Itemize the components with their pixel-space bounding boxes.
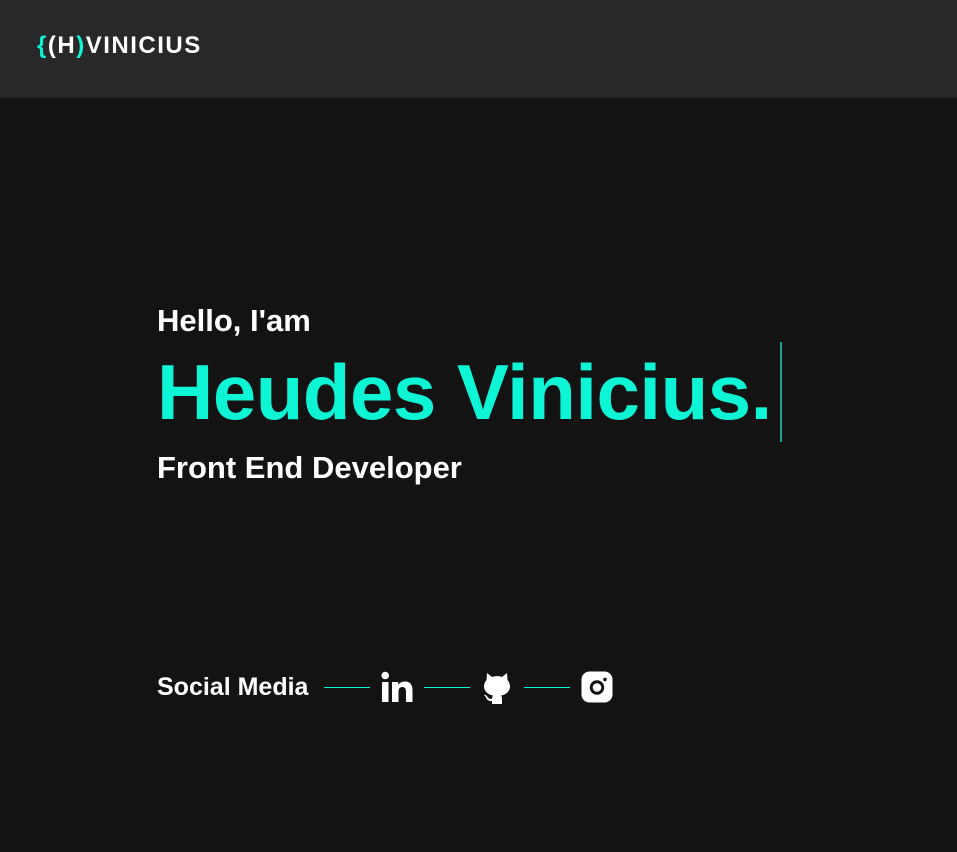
hero-role: Front End Developer — [157, 450, 462, 485]
hero-name: Heudes Vinicius. — [157, 348, 772, 436]
logo-letter: H — [57, 32, 77, 59]
github-link[interactable] — [470, 668, 524, 706]
social-media-label: Social Media — [157, 672, 309, 701]
social-divider-line — [324, 686, 371, 688]
logo-paren-open: ( — [47, 32, 58, 59]
social-media-bar: Social Media — [157, 668, 624, 706]
site-logo[interactable]: {(H)VINICIUS — [37, 31, 202, 61]
social-divider-line — [424, 686, 471, 688]
logo-brace-open: { — [37, 32, 48, 59]
typing-cursor — [779, 342, 782, 442]
github-icon — [484, 673, 511, 704]
logo-paren-close: ) — [76, 32, 86, 59]
linkedin-icon — [381, 671, 413, 702]
linkedin-link[interactable] — [370, 668, 424, 706]
hero-name-wrap: Heudes Vinicius. — [157, 342, 782, 442]
instagram-icon — [581, 671, 613, 703]
instagram-link[interactable] — [570, 668, 624, 706]
social-divider-line — [524, 686, 571, 688]
logo-name: VINICIUS — [85, 32, 202, 59]
hero-greeting: Hello, I'am — [157, 303, 311, 338]
top-navbar: {(H)VINICIUS — [0, 0, 957, 98]
